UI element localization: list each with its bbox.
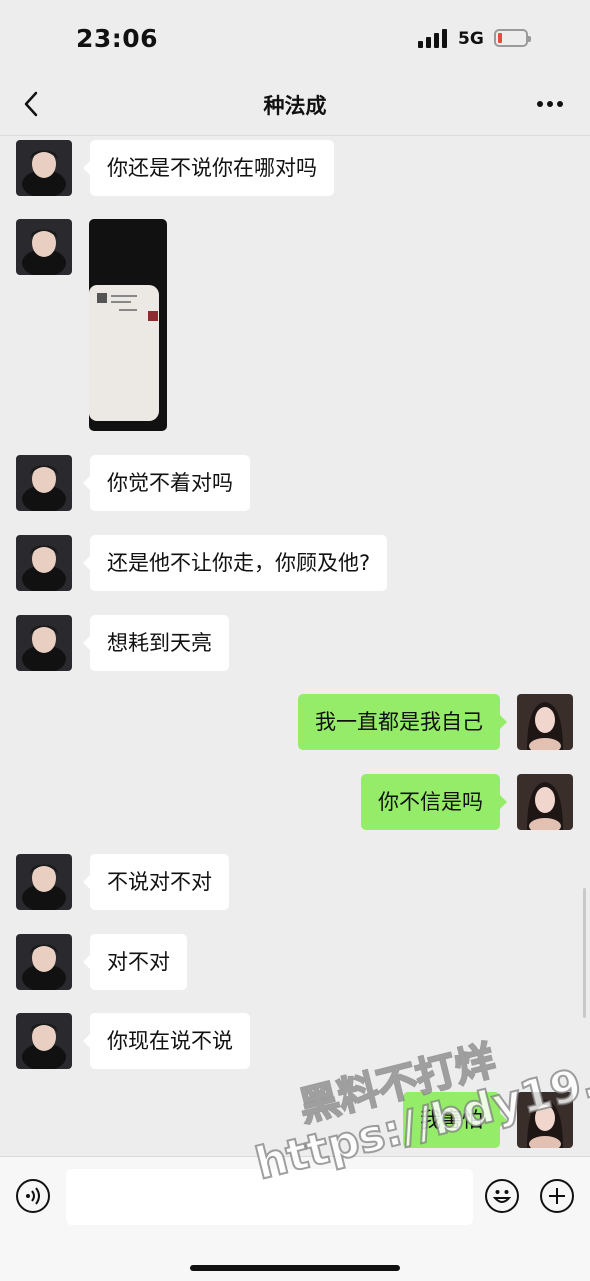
signal-icon xyxy=(418,28,448,48)
home-indicator xyxy=(190,1265,400,1271)
message-bubble[interactable]: 还是他不让你走，你顾及他? xyxy=(82,535,388,591)
self-avatar[interactable] xyxy=(517,774,573,830)
message-bubble[interactable]: 我一直都是我自己 xyxy=(298,694,507,750)
chat-title: 种法成 xyxy=(263,94,327,118)
contact-avatar[interactable] xyxy=(16,854,72,910)
message-bubble[interactable]: 你现在说不说 xyxy=(83,1013,250,1069)
message-bubble[interactable]: 你不信是吗 xyxy=(361,774,507,830)
contact-avatar[interactable] xyxy=(16,219,72,275)
add-icon[interactable] xyxy=(540,1179,574,1213)
message-bubble[interactable]: 想耗到天亮 xyxy=(83,615,229,671)
self-avatar[interactable] xyxy=(517,694,573,750)
contact-avatar[interactable] xyxy=(16,140,72,196)
network-type: 5G xyxy=(458,29,484,49)
message-bubble[interactable]: 我害怕 xyxy=(403,1092,507,1148)
voice-icon[interactable] xyxy=(16,1179,50,1213)
message-bubble[interactable]: 你还是不说你在哪对吗 xyxy=(83,140,334,196)
message-bubble[interactable]: 对不对 xyxy=(83,934,187,990)
message-input[interactable] xyxy=(66,1169,473,1225)
more-dots-icon[interactable] xyxy=(537,101,565,109)
contact-avatar[interactable] xyxy=(16,455,72,511)
contact-avatar[interactable] xyxy=(16,535,72,591)
message-list[interactable]: 你还是不说你在哪对吗 你觉不着对吗 还是他不让你走，你顾及他? 想耗到天亮 我一… xyxy=(0,136,590,1156)
contact-avatar[interactable] xyxy=(16,615,72,671)
phone-screenshot-thumbnail xyxy=(89,285,159,421)
contact-avatar[interactable] xyxy=(16,934,72,990)
emoji-icon[interactable] xyxy=(485,1179,519,1213)
self-avatar[interactable] xyxy=(517,1092,573,1148)
message-bubble[interactable]: 不说对不对 xyxy=(83,854,229,910)
chat-header: 种法成 xyxy=(0,75,590,136)
status-bar: 23:06 5G xyxy=(0,0,590,75)
image-message[interactable] xyxy=(89,219,167,431)
message-bubble[interactable]: 你觉不着对吗 xyxy=(83,455,250,511)
contact-avatar[interactable] xyxy=(16,1013,72,1069)
status-time: 23:06 xyxy=(76,24,159,53)
battery-icon xyxy=(494,29,531,47)
input-bar xyxy=(0,1156,590,1281)
scrollbar[interactable] xyxy=(583,888,586,1018)
